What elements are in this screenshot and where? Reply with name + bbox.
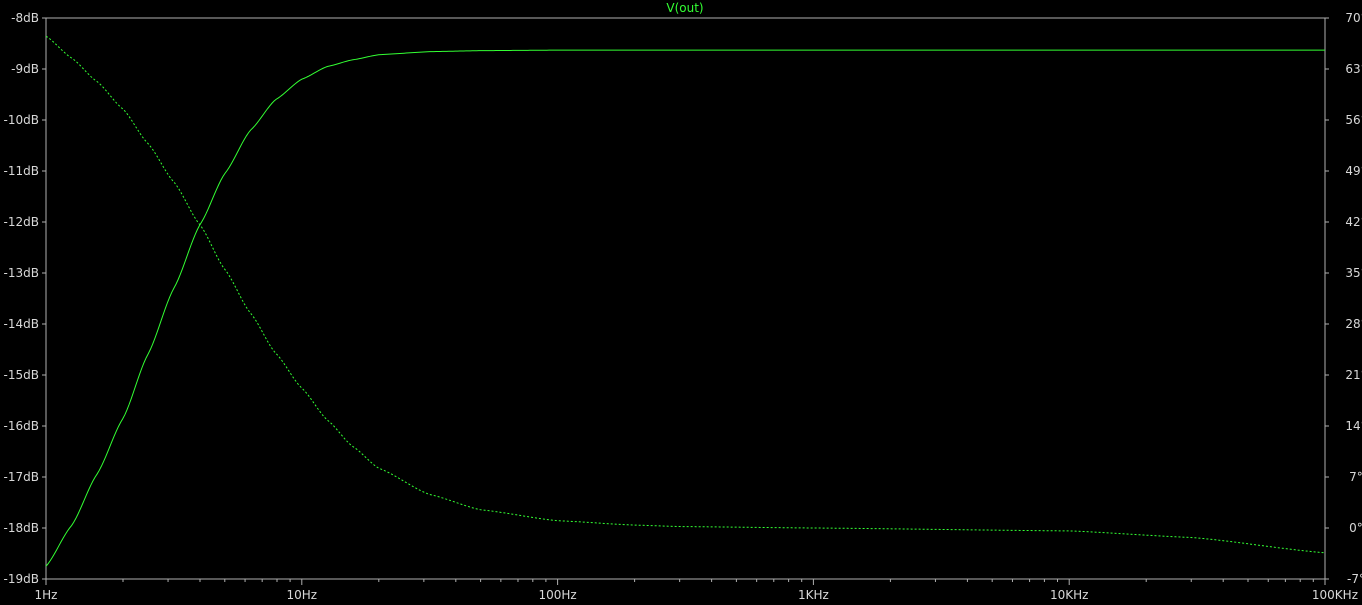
y-tick-label: -19dB: [4, 572, 39, 586]
magnitude-line: [45, 49, 1325, 567]
bode-plot: V(out) -8dB -9dB -10dB -11dB -12dB -13dB -14dB…: [4, 1, 1362, 602]
y-tick-label: -14dB: [4, 317, 39, 331]
y-tick-label: -13dB: [4, 266, 39, 280]
phase-line: [45, 35, 1326, 554]
y-tick-label: -16dB: [4, 419, 39, 433]
y-tick-label: -10dB: [4, 113, 39, 127]
y2-tick-label: 35°: [1345, 266, 1362, 280]
y2-tick-label: -7°: [1347, 572, 1362, 586]
y-tick-label: -11dB: [4, 164, 39, 178]
y-tick-label: -18dB: [4, 521, 39, 535]
x-tick-label: 10KHz: [1050, 588, 1088, 602]
y2-tick-label: 0°: [1349, 521, 1362, 535]
plot-frame: [45, 17, 1326, 580]
x-tick-label: 10Hz: [287, 588, 318, 602]
chart-title: V(out): [666, 1, 703, 15]
x-tick-label: 1Hz: [35, 588, 58, 602]
x-tick-label: 1KHz: [798, 588, 829, 602]
tick-marks: [42, 17, 1329, 585]
y2-tick-label: 49°: [1345, 164, 1362, 178]
y-tick-label: -9dB: [11, 62, 39, 76]
series-lines: [45, 35, 1326, 567]
x-tick-label: 100KHz: [1312, 588, 1358, 602]
y-tick-label: -15dB: [4, 368, 39, 382]
y2-tick-label: 70°: [1345, 11, 1362, 25]
y2-tick-label: 21°: [1345, 368, 1362, 382]
tick-labels: -8dB -9dB -10dB -11dB -12dB -13dB -14dB -15dB -1…: [4, 11, 1362, 602]
x-tick-label: 100Hz: [538, 588, 576, 602]
y2-tick-label: 7°: [1349, 470, 1362, 484]
y2-tick-label: 63°: [1345, 62, 1362, 76]
y-tick-label: -8dB: [11, 11, 39, 25]
y2-tick-label: 14°: [1345, 419, 1362, 433]
y2-tick-label: 28°: [1345, 317, 1362, 331]
y-tick-label: -17dB: [4, 470, 39, 484]
y2-tick-label: 42°: [1345, 215, 1362, 229]
y-tick-label: -12dB: [4, 215, 39, 229]
y2-tick-label: 56°: [1345, 113, 1362, 127]
